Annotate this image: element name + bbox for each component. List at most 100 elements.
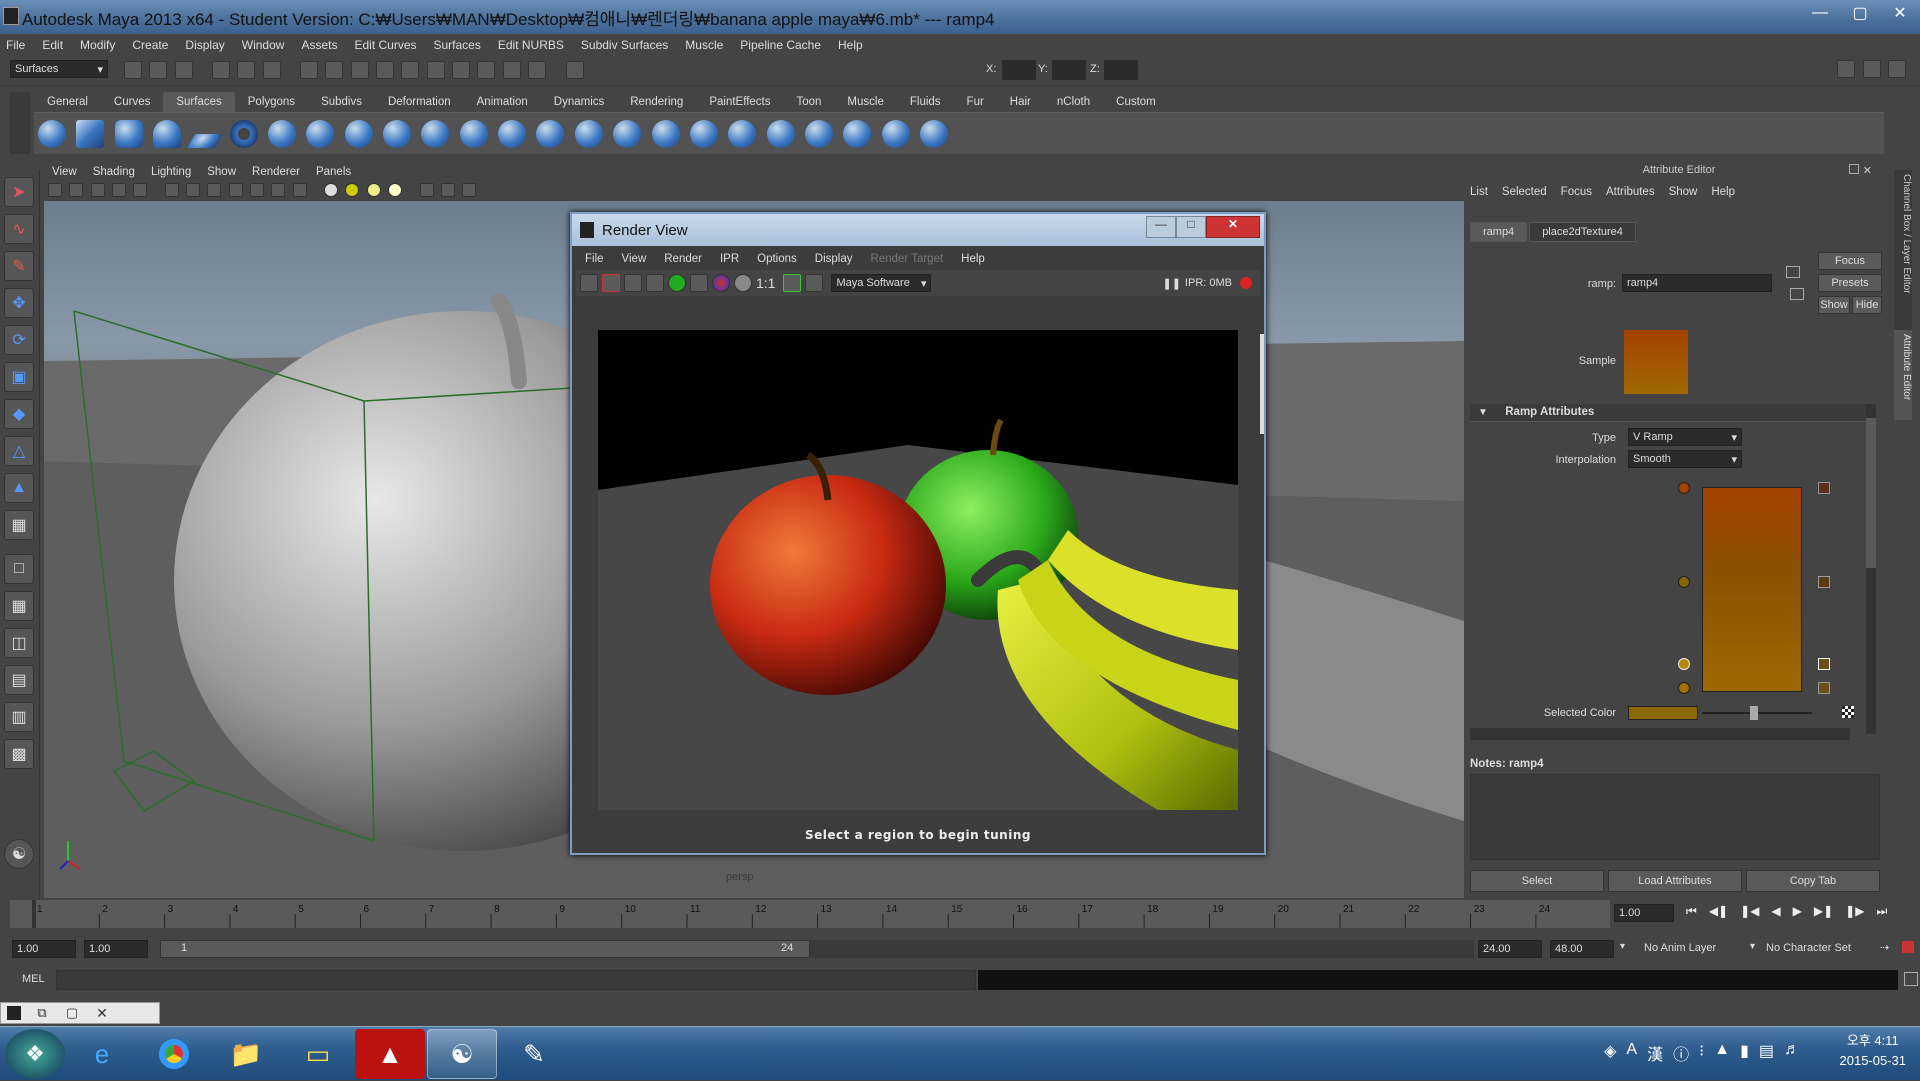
trim-tool-icon[interactable] — [651, 120, 680, 148]
go-to-end-icon[interactable]: ⏭ — [1876, 904, 1887, 919]
rv-menu-render[interactable]: Render — [664, 253, 702, 265]
shelf-tab-custom[interactable]: Custom — [1103, 92, 1169, 112]
minimize-button[interactable]: — — [1800, 0, 1840, 26]
rv-menu-options[interactable]: Options — [757, 253, 797, 265]
camera-select-icon[interactable] — [48, 183, 62, 197]
shelf-tab-hair[interactable]: Hair — [997, 92, 1044, 112]
rv-menu-help[interactable]: Help — [961, 253, 985, 265]
anim-layer-label[interactable]: No Anim Layer — [1644, 942, 1716, 954]
display-region-icon[interactable] — [783, 274, 802, 292]
restore-icon[interactable]: ⧉ — [27, 1005, 57, 1021]
menu-help[interactable]: Help — [838, 38, 863, 52]
rendered-image[interactable] — [598, 330, 1238, 810]
preferences-icon[interactable] — [1902, 941, 1914, 953]
motion-blur-icon[interactable] — [366, 183, 381, 197]
start-time-field[interactable]: 1.00 — [12, 940, 76, 958]
default-material-icon[interactable] — [324, 183, 339, 197]
volume-icon[interactable]: ♬ — [1784, 1041, 1800, 1065]
ramp-attributes-header[interactable]: ▼ Ramp Attributes — [1470, 404, 1866, 422]
sculpt-geometry-icon[interactable] — [919, 120, 948, 148]
playback-end-field[interactable]: 24.00 — [1478, 940, 1542, 958]
script-editor-icon[interactable] — [1904, 972, 1918, 986]
soft-modification-icon[interactable]: △ — [4, 436, 34, 466]
ae-scroll-thumb[interactable] — [1866, 418, 1876, 568]
step-back-frame-icon[interactable]: ❚◀ — [1740, 904, 1759, 919]
shelf-tab-fluids[interactable]: Fluids — [897, 92, 954, 112]
menu-display[interactable]: Display — [185, 38, 224, 52]
menu-surfaces[interactable]: Surfaces — [434, 38, 481, 52]
auto-key-icon[interactable]: ⇢ — [1880, 941, 1889, 954]
play-forwards-icon[interactable]: ▶ — [1793, 904, 1802, 919]
ramp-color-marker[interactable] — [1678, 576, 1690, 588]
rotate-tool-icon[interactable]: ⟳ — [4, 325, 34, 355]
show-hidden-icon[interactable]: ▲ — [1714, 1041, 1730, 1065]
renderer-dropdown[interactable]: Maya Software ▾ — [831, 274, 932, 292]
redo-render-icon[interactable] — [580, 274, 598, 292]
vp-menu-renderer[interactable]: Renderer — [252, 166, 300, 178]
show-button[interactable]: Show — [1818, 296, 1850, 314]
alpha-channel-icon[interactable] — [734, 274, 752, 292]
menu-window[interactable]: Window — [242, 38, 285, 52]
nurbs-torus-icon[interactable] — [229, 120, 258, 148]
clock[interactable]: 오후 4:11 2015-05-31 — [1840, 1031, 1907, 1071]
ramp-gradient[interactable] — [1702, 487, 1802, 692]
select-component-icon[interactable] — [262, 61, 281, 79]
shelf-tab-deformation[interactable]: Deformation — [375, 92, 464, 112]
ramp-name-field[interactable]: ramp4 — [1622, 274, 1772, 292]
start-button[interactable]: ❖ — [5, 1029, 65, 1079]
rv-close-button[interactable]: ✕ — [1206, 216, 1260, 238]
wireframe-icon[interactable] — [164, 183, 179, 197]
current-time-indicator[interactable] — [32, 900, 36, 928]
open-scene-icon[interactable] — [149, 61, 168, 79]
toggle-tool-settings-icon[interactable] — [1862, 60, 1881, 78]
step-forward-frame-icon[interactable]: ▶❚ — [1814, 904, 1833, 919]
extrude-icon[interactable] — [383, 120, 412, 148]
detach-surfaces-icon[interactable] — [766, 120, 795, 148]
textured-icon[interactable] — [207, 183, 222, 197]
selected-color-swatch[interactable] — [1628, 706, 1698, 720]
maximize-icon[interactable]: ▢ — [57, 1005, 87, 1021]
ae-vertical-scrollbar[interactable] — [1866, 404, 1876, 734]
boundary-icon[interactable] — [459, 120, 488, 148]
ambient-occlusion-icon[interactable] — [345, 183, 360, 197]
output-connection-icon[interactable] — [1790, 288, 1804, 300]
paint-select-icon[interactable]: ✎ — [4, 251, 34, 281]
graph-editor-layout-icon[interactable]: ▩ — [4, 739, 34, 769]
real-size-label[interactable]: 1:1 — [756, 275, 775, 291]
taskbar-sticky-notes-icon[interactable]: ▭ — [283, 1029, 353, 1079]
vp-menu-panels[interactable]: Panels — [316, 166, 351, 178]
delete-marker-icon[interactable] — [1818, 482, 1830, 494]
rv-menu-file[interactable]: File — [585, 253, 604, 265]
extend-surfaces-icon[interactable] — [843, 120, 872, 148]
select-button[interactable]: Select — [1470, 870, 1604, 892]
selected-color-slider-handle[interactable] — [1750, 706, 1758, 720]
ae-menu-attributes[interactable]: Attributes — [1606, 186, 1655, 198]
anti-aliasing-icon[interactable] — [388, 183, 403, 197]
menu-pipeline-cache[interactable]: Pipeline Cache — [740, 38, 821, 52]
ime-icon[interactable]: ◈ — [1604, 1041, 1616, 1065]
menu-muscle[interactable]: Muscle — [685, 38, 723, 52]
delete-marker-icon[interactable] — [1818, 576, 1830, 588]
shelf-tab-rendering[interactable]: Rendering — [617, 92, 696, 112]
nurbs-plane-icon[interactable] — [187, 134, 224, 148]
step-forward-key-icon[interactable]: ❚▶ — [1845, 904, 1864, 919]
menu-edit-curves[interactable]: Edit Curves — [354, 38, 416, 52]
menu-edit-nurbs[interactable]: Edit NURBS — [498, 38, 564, 52]
shelf-tab-surfaces[interactable]: Surfaces — [163, 92, 235, 112]
hypershade-icon[interactable] — [528, 61, 547, 79]
rv-menu-display[interactable]: Display — [815, 253, 853, 265]
rv-menu-view[interactable]: View — [622, 253, 647, 265]
mel-input[interactable] — [56, 970, 976, 990]
nurbs-cube-icon[interactable] — [76, 120, 105, 148]
shelf-tab-polygons[interactable]: Polygons — [235, 92, 308, 112]
rv-menu-ipr[interactable]: IPR — [720, 253, 739, 265]
menu-file[interactable]: File — [6, 38, 25, 52]
ae-menu-focus[interactable]: Focus — [1561, 186, 1592, 198]
device-icon[interactable]: ▮ — [1740, 1041, 1749, 1065]
use-all-lights-icon[interactable] — [228, 183, 243, 197]
birail-icon[interactable] — [421, 120, 450, 148]
network-icon[interactable]: ▤ — [1759, 1041, 1774, 1065]
taskbar-chrome-icon[interactable] — [139, 1029, 209, 1079]
menu-modify[interactable]: Modify — [80, 38, 115, 52]
camera-attributes-icon[interactable] — [69, 183, 84, 197]
